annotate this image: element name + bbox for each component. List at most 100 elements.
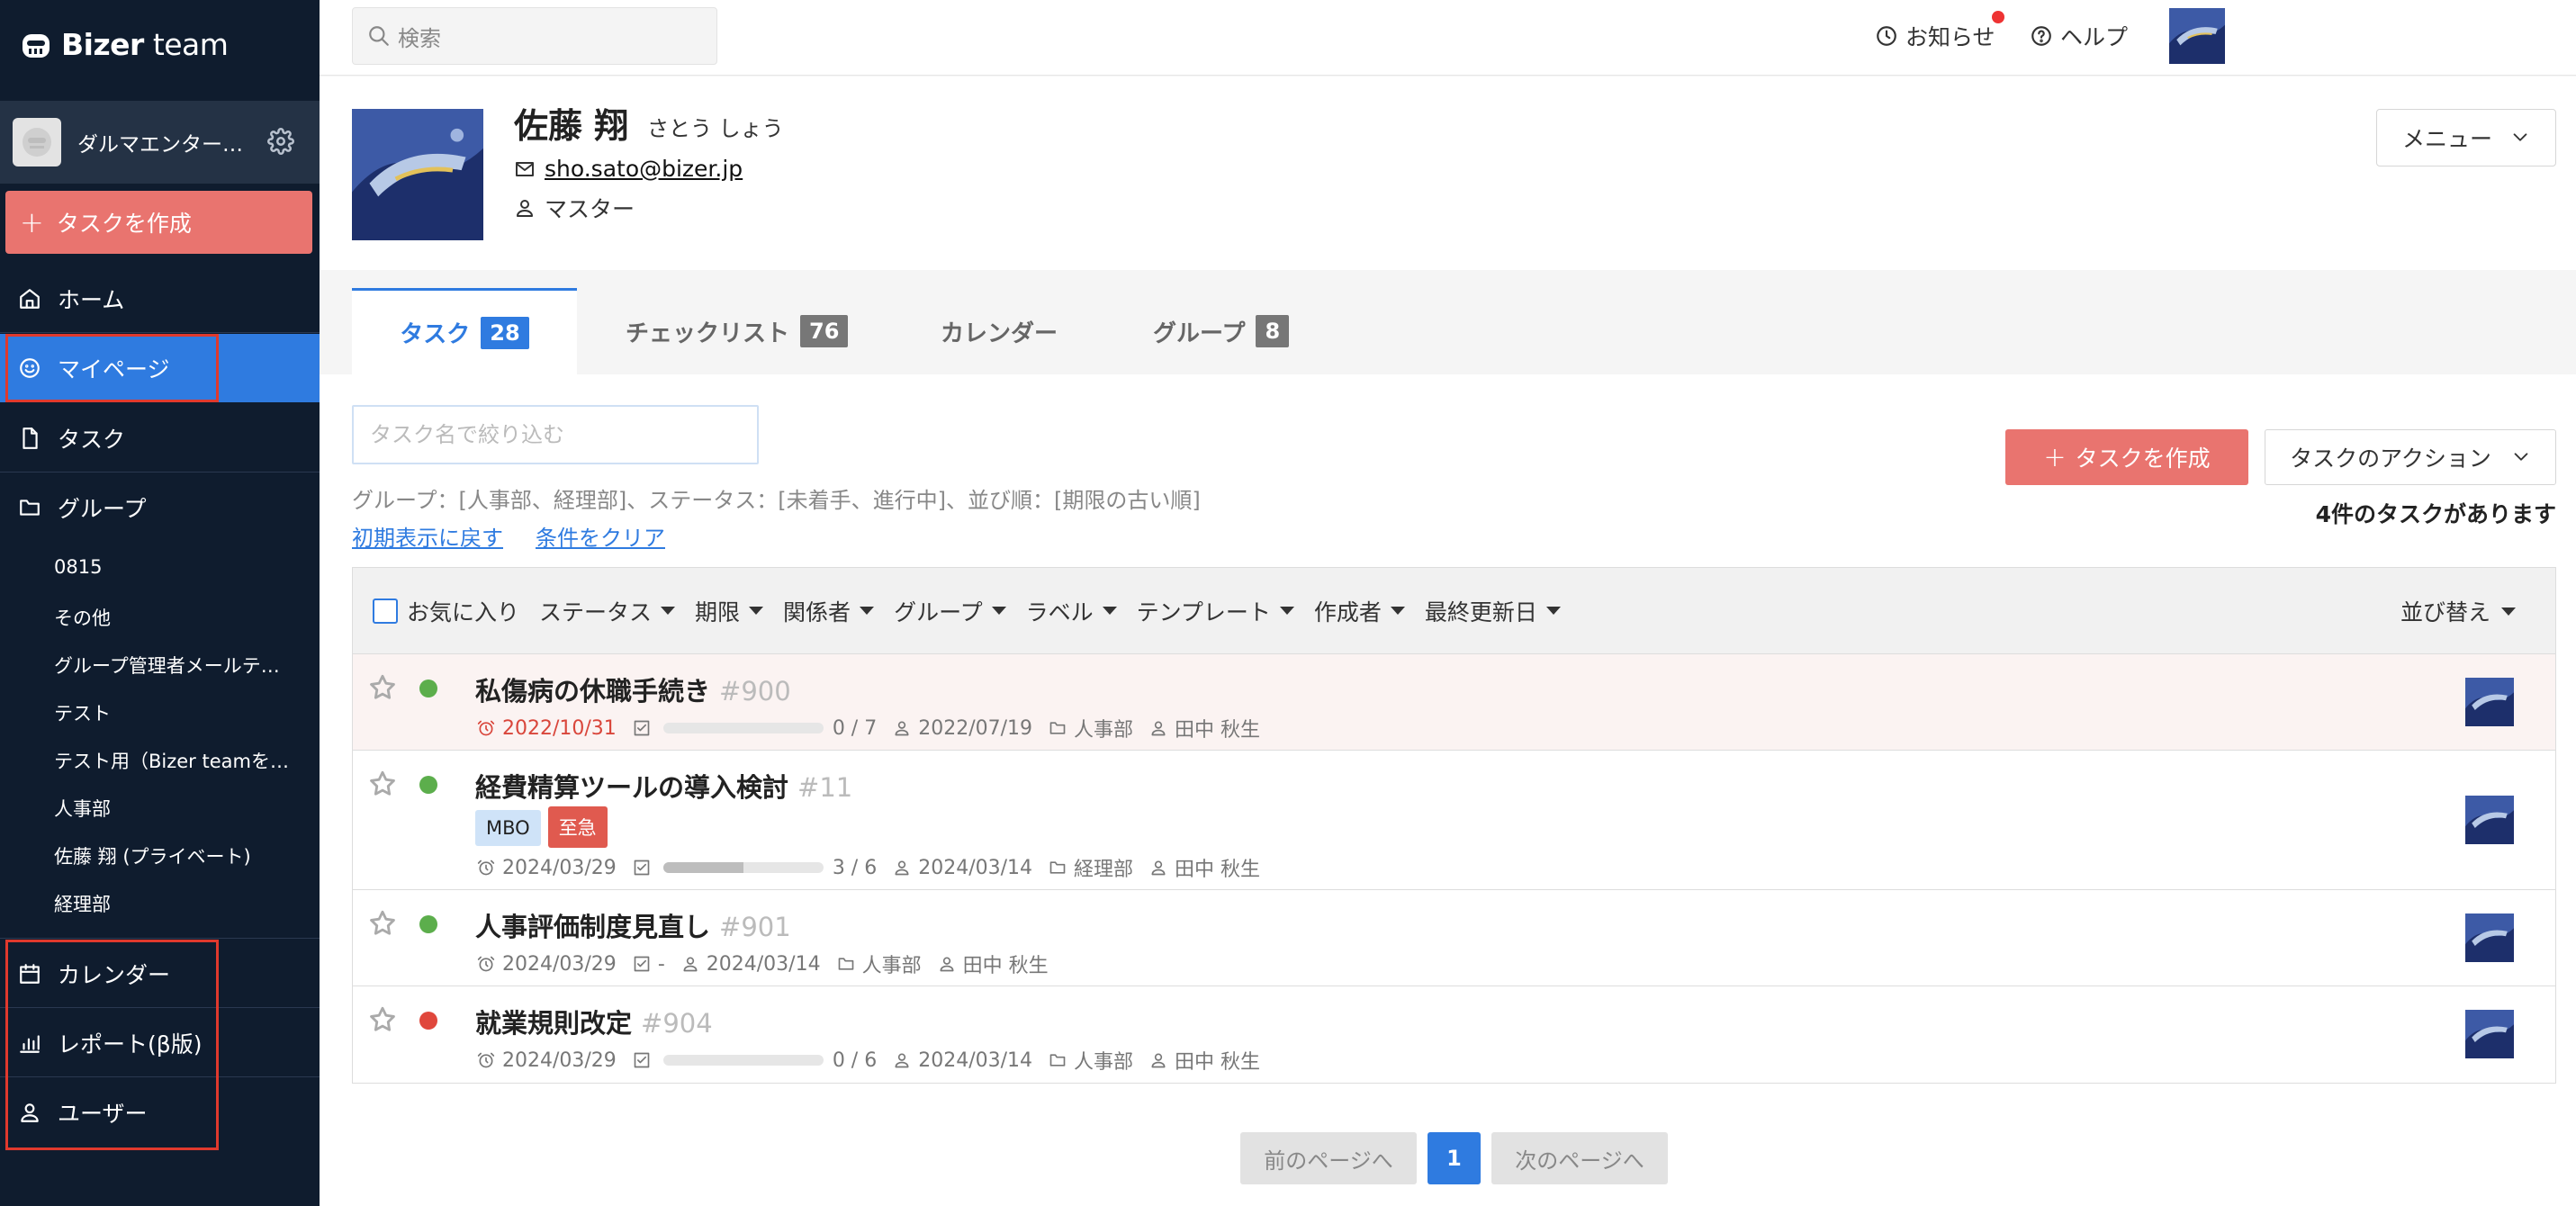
sidebar-group-link[interactable]: その他 xyxy=(54,604,297,631)
table-row[interactable]: 就業規則改定 #904 2024/03/29 0 / 6 2024/03/14 人… xyxy=(353,986,2555,1083)
star-icon[interactable] xyxy=(367,672,398,703)
top-bar: 検索 xyxy=(320,0,2576,76)
org-logo-icon xyxy=(13,118,61,166)
created-date: 2024/03/14 xyxy=(893,1049,1032,1072)
org-switcher[interactable]: ダルマエンター… xyxy=(0,101,320,184)
sidebar-item-tasks[interactable]: タスク xyxy=(0,404,320,472)
help-button[interactable]: ヘルプ xyxy=(2030,20,2128,52)
star-icon[interactable] xyxy=(367,769,398,799)
tab-calendar[interactable]: カレンダー xyxy=(941,288,1058,374)
checkbox-icon xyxy=(634,860,650,876)
assignee-avatar[interactable] xyxy=(2465,914,2514,962)
robot-logo-icon xyxy=(23,33,50,58)
assignee-avatar[interactable] xyxy=(2465,796,2514,844)
search-input[interactable]: 検索 xyxy=(352,7,717,65)
mail-icon xyxy=(516,161,534,176)
column-group-filter[interactable]: グループ xyxy=(894,595,1006,627)
sidebar-item-groups[interactable]: グループ xyxy=(0,473,320,542)
due-date: 2024/03/29 xyxy=(477,953,617,976)
checklist-progress: 0 / 6 xyxy=(633,1049,877,1072)
status-dot xyxy=(419,915,437,933)
star-icon[interactable] xyxy=(367,908,398,939)
task-table: お気に入り ステータス 期限 関係者 グループ ラベル テンプレート 作成者 最… xyxy=(352,567,2556,1084)
sidebar-group-link[interactable]: テスト用（Bizer teamを… xyxy=(54,747,297,774)
notification-badge xyxy=(1992,11,2004,23)
profile-name: 佐藤 翔 xyxy=(514,106,629,146)
assignee-avatar[interactable] xyxy=(2465,1010,2514,1058)
profile-email-link[interactable]: sho.sato@bizer.jp xyxy=(545,156,743,182)
assignee-avatar[interactable] xyxy=(2465,678,2514,726)
caret-down-icon xyxy=(1545,607,1561,615)
gear-icon[interactable] xyxy=(267,128,294,155)
sort-dropdown[interactable]: 並び替え xyxy=(2400,595,2516,627)
brand-logo[interactable]: Bizer team xyxy=(20,27,229,62)
profile-email[interactable]: sho.sato@bizer.jp xyxy=(514,156,743,182)
user-icon xyxy=(1151,860,1166,876)
table-header: お気に入り ステータス 期限 関係者 グループ ラベル テンプレート 作成者 最… xyxy=(353,568,2555,654)
user-icon xyxy=(895,860,909,876)
column-label: 関係者 xyxy=(783,598,851,626)
tab-tasks[interactable]: タスク 28 xyxy=(352,288,577,374)
status-dot xyxy=(419,776,437,794)
create-task-button[interactable]: + タスクを作成 xyxy=(2005,429,2248,485)
task-number: #900 xyxy=(719,676,791,706)
tab-checklist[interactable]: チェックリスト 76 xyxy=(626,288,849,374)
profile-menu-button[interactable]: メニュー xyxy=(2376,109,2556,166)
prev-page-button[interactable]: 前のページへ xyxy=(1240,1132,1417,1184)
column-label-filter[interactable]: ラベル xyxy=(1026,595,1117,627)
tab-count-badge: 28 xyxy=(481,316,529,349)
user-avatar[interactable] xyxy=(2169,8,2225,64)
sidebar-divider xyxy=(0,938,320,939)
chevron-down-icon xyxy=(2514,453,2528,461)
table-row[interactable]: 私傷病の休職手続き #900 2022/10/31 0 / 7 2022/07/1… xyxy=(353,654,2555,751)
created-date: 2022/07/19 xyxy=(893,717,1032,740)
task-title-link[interactable]: 就業規則改定 #904 xyxy=(475,1003,713,1040)
next-page-button[interactable]: 次のページへ xyxy=(1491,1132,1668,1184)
task-filter-input[interactable] xyxy=(352,405,759,464)
checkbox-icon xyxy=(634,956,650,972)
caret-down-icon xyxy=(991,607,1006,615)
clear-filter-link[interactable]: 条件をクリア xyxy=(536,520,665,552)
checklist-progress: - xyxy=(633,953,665,976)
user-icon xyxy=(940,957,954,972)
sidebar-group-link[interactable]: 経理部 xyxy=(54,890,297,917)
user-icon xyxy=(1151,721,1166,736)
table-row[interactable]: 経費精算ツールの導入検討 #11 MBO 至急 2024/03/29 3 / 6 2… xyxy=(353,751,2555,890)
task-title-link[interactable]: 経費精算ツールの導入検討 #11 xyxy=(475,767,852,805)
sidebar-group-link[interactable]: 人事部 xyxy=(54,795,297,822)
status-dot xyxy=(419,1012,437,1030)
task-number: #904 xyxy=(641,1008,713,1039)
group-name: 人事部 xyxy=(1049,714,1133,742)
sidebar-group-link[interactable]: テスト xyxy=(54,699,297,726)
due-date: 2022/10/31 xyxy=(477,717,617,740)
sidebar-item-home[interactable]: ホーム xyxy=(0,265,320,333)
column-template-filter[interactable]: テンプレート xyxy=(1137,595,1294,627)
progress-bar xyxy=(662,723,824,734)
label-badge: 至急 xyxy=(547,806,608,848)
notice-button[interactable]: お知らせ xyxy=(1875,20,1995,52)
favorite-checkbox[interactable] xyxy=(373,598,398,624)
table-row[interactable]: 人事評価制度見直し #901 2024/03/29 - 2024/03/14 人事… xyxy=(353,890,2555,986)
reset-filter-link[interactable]: 初期表示に戻す xyxy=(352,520,503,552)
column-updated-filter[interactable]: 最終更新日 xyxy=(1425,595,1561,627)
column-creator-filter[interactable]: 作成者 xyxy=(1314,595,1405,627)
tab-groups[interactable]: グループ 8 xyxy=(1153,288,1290,374)
sidebar-group-link[interactable]: グループ管理者メールテ… xyxy=(54,652,297,679)
task-title-link[interactable]: 人事評価制度見直し #901 xyxy=(475,906,791,944)
plus-icon: + xyxy=(2043,441,2067,473)
sidebar-group-link[interactable]: 0815 xyxy=(54,556,297,578)
task-action-dropdown[interactable]: タスクのアクション xyxy=(2265,429,2556,485)
column-due-filter[interactable]: 期限 xyxy=(695,595,764,627)
owner-name: 田中 秋生 xyxy=(1149,853,1260,882)
page-number-button[interactable]: 1 xyxy=(1428,1132,1481,1184)
sidebar-group-link[interactable]: 佐藤 翔 (プライベート) xyxy=(54,842,297,869)
sidebar-create-task-button[interactable]: + タスクを作成 xyxy=(5,191,312,254)
owner-name: 田中 秋生 xyxy=(1149,714,1260,742)
column-favorite[interactable]: お気に入り xyxy=(407,595,519,627)
task-title-link[interactable]: 私傷病の休職手続き #900 xyxy=(475,670,791,708)
group-name: 人事部 xyxy=(837,950,922,978)
brand-name: Bizer team xyxy=(61,27,229,62)
column-status-filter[interactable]: ステータス xyxy=(539,595,676,627)
star-icon[interactable] xyxy=(367,1004,398,1035)
column-members-filter[interactable]: 関係者 xyxy=(783,595,875,627)
